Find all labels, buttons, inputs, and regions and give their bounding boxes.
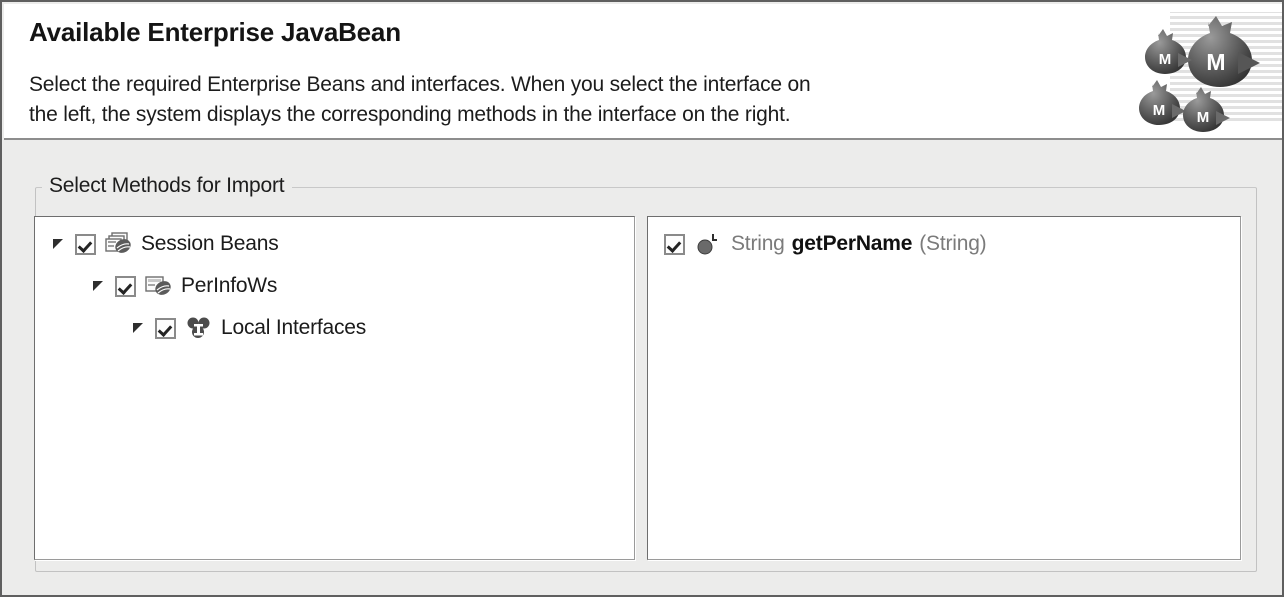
tree-node-perinfows[interactable]: PerInfoWs [91, 271, 277, 301]
page-description-line-2: the left, the system displays the corres… [29, 103, 791, 126]
svg-text:M: M [1159, 51, 1172, 68]
wizard-dialog: Available Enterprise JavaBean Select the… [0, 0, 1284, 597]
method-arguments: (String) [919, 232, 987, 255]
local-interfaces-icon [185, 316, 213, 340]
wizard-header: Available Enterprise JavaBean Select the… [4, 4, 1282, 140]
expand-collapse-arrow-icon[interactable] [91, 278, 108, 295]
tree-node-label: Session Beans [141, 232, 279, 255]
tree-node-label: Local Interfaces [221, 316, 367, 339]
bean-tree-panel[interactable]: Session Beans PerInfoWs Local Interfaces [34, 216, 635, 560]
svg-text:M: M [1197, 109, 1210, 126]
tree-node-local-interfaces[interactable]: Local Interfaces [131, 313, 366, 343]
session-bean-icon [145, 274, 173, 298]
tree-node-session-beans[interactable]: Session Beans [51, 229, 279, 259]
tree-node-label: PerInfoWs [181, 274, 278, 297]
page-description-line-1: Select the required Enterprise Beans and… [29, 73, 811, 96]
svg-text:M: M [1206, 49, 1225, 75]
tree-node-checkbox[interactable] [155, 317, 176, 339]
method-return-type: String [731, 232, 785, 255]
method-list-panel[interactable]: String getPerName (String) [647, 216, 1241, 560]
tree-node-checkbox[interactable] [75, 233, 96, 255]
enterprise-javabean-banner-icon: M M M M [1134, 4, 1282, 138]
svg-text:M: M [1153, 102, 1166, 119]
method-list-item[interactable]: String getPerName (String) [664, 229, 987, 259]
method-name: getPerName [791, 232, 913, 255]
session-beans-icon [105, 232, 133, 256]
select-methods-group-label: Select Methods for Import [42, 174, 293, 198]
expand-collapse-arrow-icon[interactable] [51, 236, 68, 253]
local-method-icon [696, 233, 722, 255]
page-title: Available Enterprise JavaBean [29, 17, 401, 47]
expand-collapse-arrow-icon[interactable] [131, 320, 148, 337]
tree-node-checkbox[interactable] [115, 275, 136, 297]
page-description: Select the required Enterprise Beans and… [29, 70, 1119, 130]
method-checkbox[interactable] [664, 233, 685, 255]
